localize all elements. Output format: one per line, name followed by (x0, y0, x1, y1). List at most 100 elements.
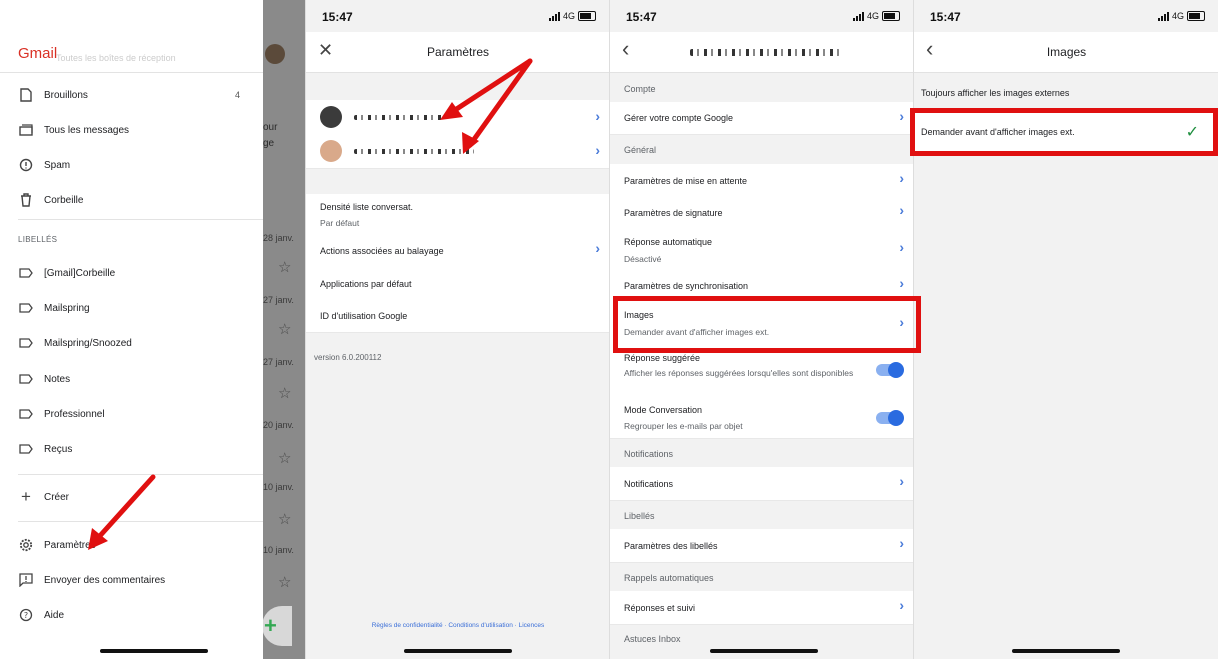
chevron-right-icon: › (899, 597, 904, 613)
status-bar: 15:47 4G (914, 10, 1218, 26)
row-title: Réponse suggérée (624, 353, 701, 363)
swipe-actions-row[interactable]: Actions associées au balayage › (306, 234, 610, 268)
drawer-item-label: Tous les messages (44, 124, 130, 136)
gmail-drawer-panel: our ge 28 janv. ☆ 27 janv. ☆ 27 janv. ☆ … (0, 0, 305, 659)
home-indicator (710, 649, 818, 653)
network-type: 4G (1171, 11, 1184, 21)
help-icon: ? (18, 607, 34, 623)
battery-icon (1187, 11, 1205, 21)
page-title: Paramètres (426, 45, 490, 59)
drawer-item-create-label[interactable]: + Créer (0, 482, 263, 512)
star-icon[interactable]: ☆ (278, 449, 291, 467)
drawer-item-spam[interactable]: Spam (0, 150, 263, 180)
drawer-item-label: Corbeille (44, 194, 84, 206)
star-icon[interactable]: ☆ (278, 510, 291, 528)
row-title: Paramètres de mise en attente (624, 176, 748, 186)
drawer-item-trash[interactable]: Corbeille (0, 185, 263, 215)
signal-icon (1157, 11, 1169, 21)
drawer-label-item[interactable]: Professionnel (0, 399, 263, 429)
drawer-item-drafts[interactable]: Brouillons 4 (0, 80, 263, 110)
label-icon (18, 371, 34, 387)
section-header: Général (624, 145, 657, 155)
drawer-label-item[interactable]: Mailspring (0, 293, 263, 323)
drawer-item-label: Spam (44, 159, 71, 171)
auto-reply-row[interactable]: Réponse automatique Désactivé › (610, 229, 914, 270)
option-label: Toujours afficher les images externes (921, 88, 1070, 98)
manage-account-row[interactable]: Gérer votre compte Google › (610, 102, 914, 135)
star-icon[interactable]: ☆ (278, 573, 291, 591)
reminders-row[interactable]: Réponses et suivi › (610, 591, 914, 625)
option-always-show[interactable]: Toujours afficher les images externes (914, 73, 1218, 113)
status-bar: 15:47 4G (306, 10, 610, 26)
label-icon (18, 300, 34, 316)
network-type: 4G (866, 11, 879, 21)
signature-settings-row[interactable]: Paramètres de signature › (610, 197, 914, 230)
settings-panel: 15:47 4G ✕ Paramètres › › Densité liste … (305, 0, 610, 659)
drawer-label-item[interactable]: [Gmail]Corbeille (0, 258, 263, 288)
divider (18, 474, 263, 475)
drawer-label-text: Mailspring/Snoozed (44, 337, 132, 349)
star-icon[interactable]: ☆ (278, 384, 291, 402)
background-text: our (263, 122, 278, 133)
settings-top-bar: ✕ Paramètres (306, 32, 610, 73)
images-panel: 15:47 4G ‹ Images Toujours afficher les … (913, 0, 1218, 659)
redacted-account-title (690, 49, 840, 56)
smart-reply-toggle[interactable] (876, 362, 904, 378)
conversation-mode-row[interactable]: Mode Conversation Regrouper les e-mails … (610, 397, 914, 439)
star-icon[interactable]: ☆ (278, 320, 291, 338)
drawer-item-help[interactable]: ? Aide (0, 600, 263, 630)
label-settings-row[interactable]: Paramètres des libellés › (610, 529, 914, 563)
chevron-right-icon: › (595, 240, 600, 256)
default-apps-row[interactable]: Applications par défaut (306, 267, 610, 301)
row-title: Mode Conversation (624, 405, 703, 415)
row-value: Désactivé (624, 254, 662, 264)
footer-links[interactable]: Règles de confidentialité · Conditions d… (306, 622, 610, 629)
labels-section-header: LIBELLÉS (18, 235, 58, 244)
drafts-count: 4 (235, 90, 241, 100)
account-row[interactable]: › (306, 100, 610, 135)
drawer-label-item[interactable]: Reçus (0, 434, 263, 464)
drawer-item-label: Aide (44, 609, 65, 621)
divider (0, 72, 263, 73)
section-header: Rappels automatiques (624, 573, 714, 583)
google-id-row[interactable]: ID d'utilisation Google (306, 300, 610, 333)
svg-text:?: ? (24, 611, 28, 620)
smart-reply-row[interactable]: Réponse suggérée Afficher les réponses s… (610, 349, 914, 398)
section-header: Compte (624, 84, 656, 94)
notifications-row[interactable]: Notifications › (610, 467, 914, 501)
conversation-mode-toggle[interactable] (876, 410, 904, 426)
row-title: ID d'utilisation Google (320, 311, 408, 321)
background-date: 10 janv. (263, 482, 294, 492)
label-icon (18, 441, 34, 457)
account-row[interactable]: › (306, 134, 610, 169)
background-avatar (265, 44, 285, 64)
drawer-item-all-mail[interactable]: Tous les messages (0, 115, 263, 145)
avatar (320, 106, 342, 128)
plus-icon: + (264, 613, 277, 638)
section-header: Astuces Inbox (624, 634, 681, 644)
density-row[interactable]: Densité liste conversat. Par défaut (306, 194, 610, 235)
row-title: Paramètres des libellés (624, 541, 718, 551)
battery-icon (882, 11, 900, 21)
star-icon[interactable]: ☆ (278, 258, 291, 276)
drawer-item-feedback[interactable]: Envoyer des commentaires (0, 565, 263, 595)
status-network: 4G (548, 11, 596, 21)
page-title: Images (1046, 45, 1087, 59)
drawer-label-item[interactable]: Notes (0, 364, 263, 394)
row-title: Applications par défaut (320, 279, 412, 289)
signal-icon (852, 11, 864, 21)
row-title: Paramètres de signature (624, 208, 723, 218)
background-date: 10 janv. (263, 545, 294, 555)
status-time: 15:47 (930, 10, 961, 24)
drawer-item-settings[interactable]: Paramètres (0, 530, 263, 560)
chevron-right-icon: › (899, 202, 904, 218)
label-icon (18, 406, 34, 422)
snooze-settings-row[interactable]: Paramètres de mise en attente › (610, 164, 914, 198)
home-indicator (100, 649, 208, 653)
back-chevron-icon[interactable]: ‹ (622, 36, 629, 62)
background-date: 27 janv. (263, 295, 294, 305)
redacted-email (354, 115, 444, 120)
drawer-label-text: Mailspring (44, 302, 90, 314)
navigation-drawer: Gmail Toutes les boîtes de réception Bro… (0, 0, 263, 659)
drawer-label-item[interactable]: Mailspring/Snoozed (0, 328, 263, 358)
